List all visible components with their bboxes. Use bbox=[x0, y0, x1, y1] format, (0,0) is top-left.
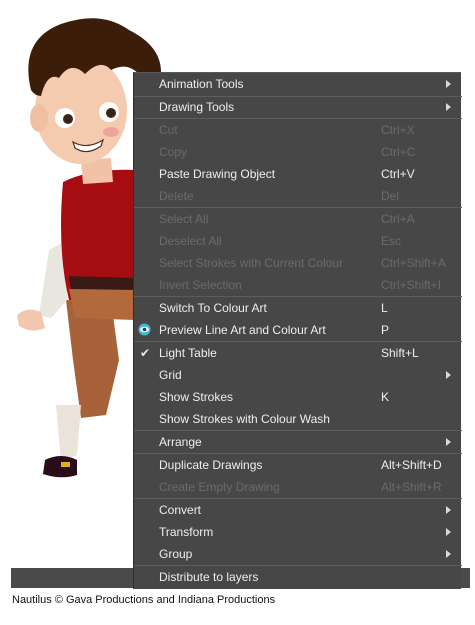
menu-item-shortcut: Ctrl+C bbox=[381, 145, 416, 159]
menu-item-shortcut: P bbox=[381, 323, 390, 337]
eye-icon bbox=[138, 323, 151, 336]
menu-item-show-strokes[interactable]: Show Strokes K bbox=[134, 386, 462, 408]
menu-item-create-empty-drawing[interactable]: Create Empty Drawing Alt+Shift+R bbox=[134, 476, 462, 498]
menu-item-label: Transform bbox=[159, 525, 214, 539]
menu-item-deselect-all[interactable]: Deselect All Esc bbox=[134, 230, 462, 252]
menu-item-label: Drawing Tools bbox=[159, 100, 235, 114]
menu-item-label: Cut bbox=[159, 123, 178, 137]
menu-item-label: Convert bbox=[159, 503, 202, 517]
checkmark-icon: ✔ bbox=[140, 346, 151, 360]
menu-item-label: Group bbox=[159, 547, 193, 561]
menu-item-label: Deselect All bbox=[159, 234, 222, 248]
menu-item-show-strokes-with-colour-wash[interactable]: Show Strokes with Colour Wash bbox=[134, 408, 462, 430]
menu-item-shortcut: Alt+Shift+R bbox=[381, 480, 442, 494]
menu-item-label: Arrange bbox=[159, 435, 202, 449]
menu-item-shortcut: Ctrl+A bbox=[381, 212, 415, 226]
character-buckle bbox=[61, 462, 70, 467]
menu-item-convert[interactable]: Convert bbox=[134, 499, 462, 521]
menu-item-grid[interactable]: Grid bbox=[134, 364, 462, 386]
menu-item-label: Select All bbox=[159, 212, 209, 226]
menu-item-cut[interactable]: Cut Ctrl+X bbox=[134, 119, 462, 141]
menu-item-shortcut: Ctrl+Shift+I bbox=[381, 278, 442, 292]
menu-item-label: Select Strokes with Current Colour bbox=[159, 256, 344, 270]
menu-item-shortcut: Shift+L bbox=[381, 346, 419, 360]
character-ear bbox=[30, 104, 48, 132]
menu-item-label: Show Strokes bbox=[159, 390, 234, 404]
character-pants bbox=[69, 289, 135, 320]
menu-item-label: Duplicate Drawings bbox=[159, 458, 263, 472]
menu-item-paste-drawing-object[interactable]: Paste Drawing Object Ctrl+V bbox=[134, 163, 462, 185]
menu-item-label: Copy bbox=[159, 145, 188, 159]
submenu-arrow-icon bbox=[446, 550, 451, 558]
menu-item-arrange[interactable]: Arrange bbox=[134, 431, 462, 453]
character-belt bbox=[69, 276, 135, 290]
menu-item-transform[interactable]: Transform bbox=[134, 521, 462, 543]
menu-item-shortcut: Del bbox=[381, 189, 400, 203]
menu-item-preview-line-art-and-colour-art[interactable]: Preview Line Art and Colour Art P bbox=[134, 319, 462, 341]
menu-item-label: Grid bbox=[159, 368, 182, 382]
submenu-arrow-icon bbox=[446, 371, 451, 379]
menu-item-duplicate-drawings[interactable]: Duplicate Drawings Alt+Shift+D bbox=[134, 454, 462, 476]
menu-item-select-all[interactable]: Select All Ctrl+A bbox=[134, 208, 462, 230]
menu-item-invert-selection[interactable]: Invert Selection Ctrl+Shift+I bbox=[134, 274, 462, 296]
submenu-arrow-icon bbox=[446, 103, 451, 111]
menu-item-shortcut: Ctrl+Shift+A bbox=[381, 256, 446, 270]
menu-item-label: Preview Line Art and Colour Art bbox=[159, 323, 326, 337]
menu-item-animation-tools[interactable]: Animation Tools bbox=[134, 73, 462, 95]
menu-item-copy[interactable]: Copy Ctrl+C bbox=[134, 141, 462, 163]
character-shoe bbox=[43, 456, 77, 478]
character-hand bbox=[17, 309, 45, 331]
menu-item-switch-to-colour-art[interactable]: Switch To Colour Art L bbox=[134, 297, 462, 319]
submenu-arrow-icon bbox=[446, 438, 451, 446]
menu-item-shortcut: Alt+Shift+D bbox=[381, 458, 442, 472]
submenu-arrow-icon bbox=[446, 528, 451, 536]
menu-item-drawing-tools[interactable]: Drawing Tools bbox=[134, 96, 462, 118]
menu-item-shortcut: K bbox=[381, 390, 390, 404]
menu-item-label: Delete bbox=[159, 189, 194, 203]
menu-item-shortcut: Ctrl+X bbox=[381, 123, 415, 137]
menu-item-label: Animation Tools bbox=[159, 77, 244, 91]
menu-item-label: Create Empty Drawing bbox=[159, 480, 280, 494]
menu-item-label: Show Strokes with Colour Wash bbox=[159, 412, 330, 426]
menu-item-label: Invert Selection bbox=[159, 278, 242, 292]
menu-item-shortcut: Ctrl+V bbox=[381, 167, 415, 181]
character-sock bbox=[56, 405, 81, 462]
menu-item-shortcut: Esc bbox=[381, 234, 402, 248]
menu-item-label: Switch To Colour Art bbox=[159, 301, 267, 315]
menu-item-delete[interactable]: Delete Del bbox=[134, 185, 462, 207]
menu-item-light-table[interactable]: ✔ Light Table Shift+L bbox=[134, 342, 462, 364]
image-caption: Nautilus © Gava Productions and Indiana … bbox=[12, 594, 276, 606]
menu-item-group[interactable]: Group bbox=[134, 543, 462, 565]
submenu-arrow-icon bbox=[446, 80, 451, 88]
menu-item-distribute-to-layers[interactable]: Distribute to layers bbox=[134, 566, 462, 588]
menu-item-label: Distribute to layers bbox=[159, 570, 259, 584]
menu-item-label: Paste Drawing Object bbox=[159, 167, 276, 181]
menu-item-shortcut: L bbox=[381, 301, 388, 315]
character-pupil bbox=[63, 114, 73, 124]
context-menu: Animation Tools Drawing Tools Cut Ctrl+X… bbox=[133, 72, 462, 589]
menu-item-select-strokes-with-current-colour[interactable]: Select Strokes with Current Colour Ctrl+… bbox=[134, 252, 462, 274]
menu-item-label: Light Table bbox=[159, 346, 217, 360]
character-cheek bbox=[103, 127, 119, 137]
submenu-arrow-icon bbox=[446, 506, 451, 514]
